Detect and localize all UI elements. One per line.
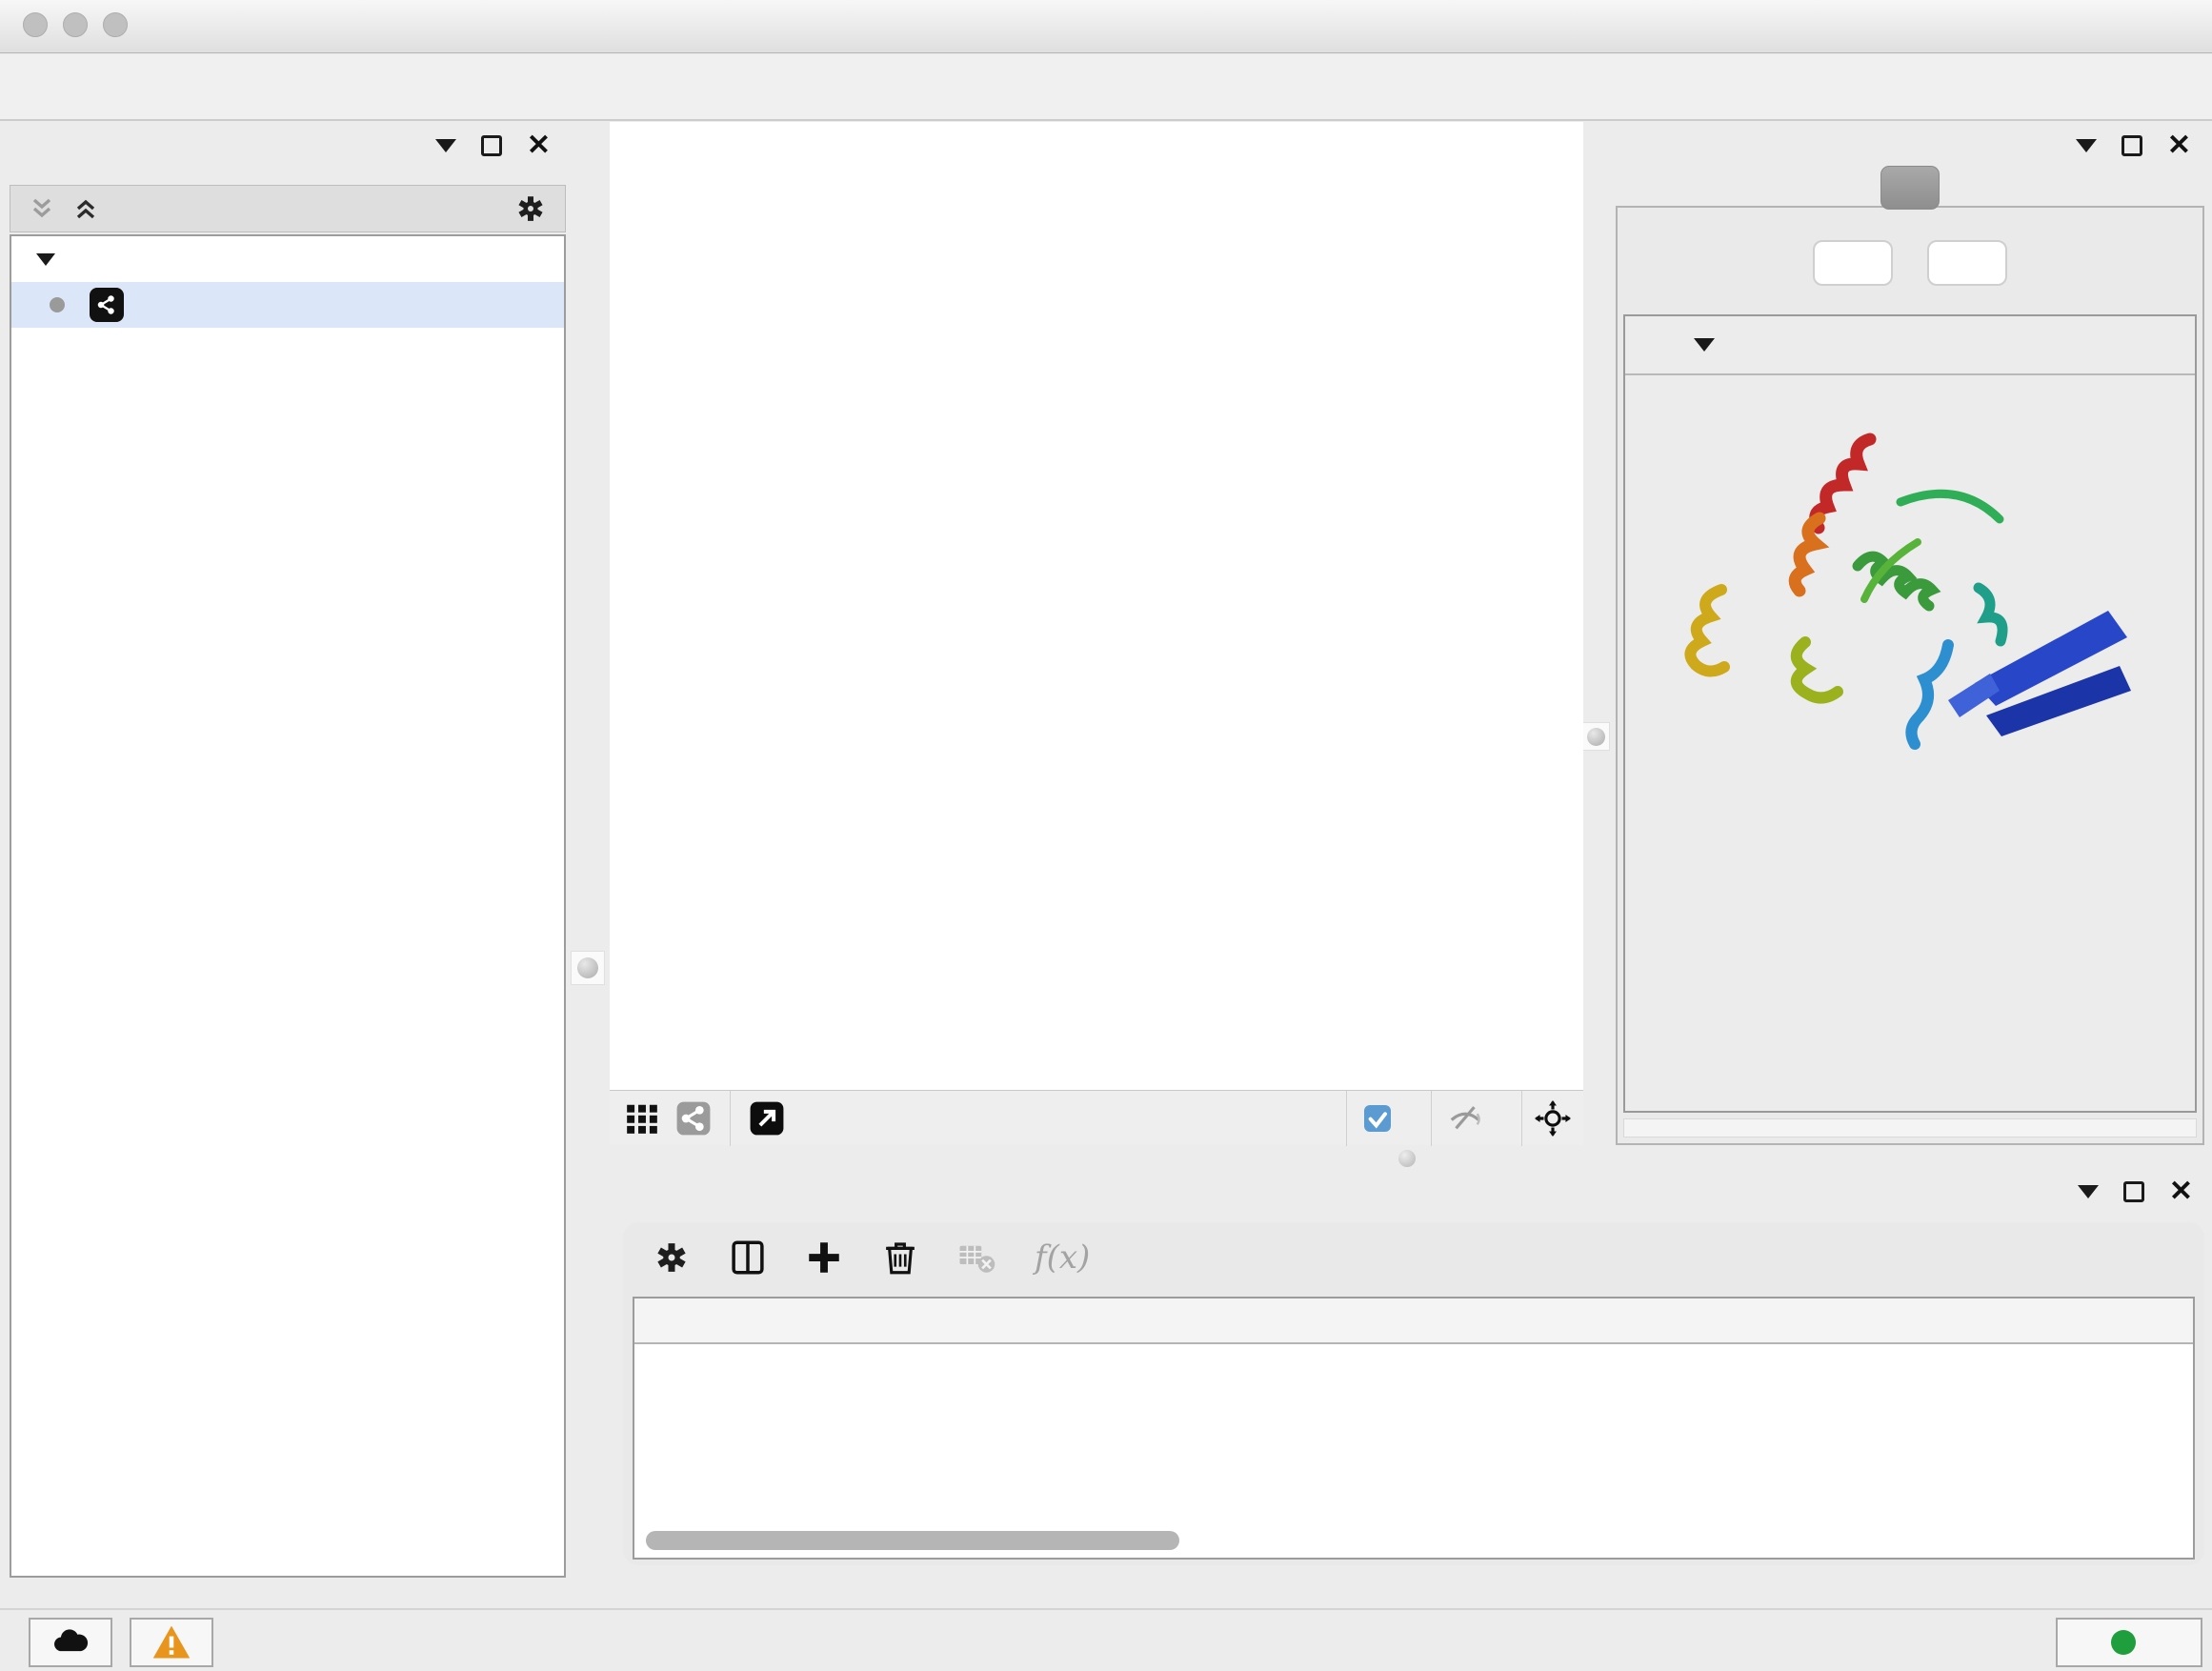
main-toolbar [0,54,2212,121]
warning-icon[interactable] [130,1618,213,1667]
gear-icon[interactable] [513,191,548,226]
panel-menu-icon[interactable] [435,139,456,152]
table-horizontal-scrollbar[interactable] [646,1531,1179,1550]
tab-string[interactable] [1880,166,1940,210]
float-panel-icon[interactable] [2122,135,2142,156]
gene-description [1625,375,2195,394]
float-panel-icon[interactable] [481,135,502,156]
title-bar [0,0,2212,53]
close-panel-icon[interactable]: ✕ [527,135,551,156]
results-panel: ✕ [1608,126,2212,1145]
delete-table-icon[interactable] [953,1234,1000,1281]
app-window: ✕ [0,0,2212,1671]
node-table[interactable] [633,1297,2195,1560]
status-bar [0,1608,2212,1671]
table-settings-gear-icon[interactable] [648,1234,695,1281]
open-in-browser-icon[interactable] [746,1097,788,1139]
network-collection-row[interactable] [11,236,564,282]
panel-menu-icon[interactable] [2076,139,2097,152]
close-window-icon[interactable] [23,12,48,37]
minimize-window-icon[interactable] [63,12,88,37]
panel-menu-icon[interactable] [2078,1185,2099,1198]
collapse-gene-icon[interactable] [1694,338,1715,352]
close-panel-icon[interactable]: ✕ [2169,1181,2193,1202]
float-panel-icon[interactable] [2123,1181,2144,1202]
network-canvas[interactable] [610,122,1583,1090]
network-row[interactable] [11,282,564,328]
string-network-icon [90,288,124,322]
table-panel: f(x) [623,1222,2204,1565]
horizontal-splitter[interactable] [610,1145,2212,1171]
hidden-eye-icon[interactable] [1447,1100,1483,1137]
network-view-toolbar [610,1090,1583,1145]
gene-section-header[interactable] [1625,316,2195,375]
memory-button[interactable] [2056,1618,2202,1667]
protein-structure-image [1625,394,2195,814]
expand-all-button[interactable] [1813,240,1893,286]
expand-all-tree-icon[interactable] [28,194,56,223]
tree-expand-icon[interactable] [36,253,55,266]
control-panel: ✕ [10,126,566,1578]
close-panel-icon[interactable]: ✕ [2167,135,2191,156]
collapse-all-tree-icon[interactable] [71,194,100,223]
add-column-icon[interactable] [800,1234,848,1281]
results-scrollbar[interactable] [1623,1118,2197,1137]
birdseye-navigator-icon[interactable] [1532,1097,1574,1139]
network-view[interactable] [610,122,1583,1145]
table-panel-header: ✕ [617,1171,2206,1213]
crosslinks-section [1625,814,2195,823]
memory-status-dot-icon [2111,1630,2136,1655]
show-columns-icon[interactable] [724,1234,772,1281]
maximize-window-icon[interactable] [103,12,128,37]
function-builder-icon[interactable]: f(x) [1035,1238,1090,1277]
cloud-status-icon[interactable] [29,1618,112,1667]
grid-view-icon[interactable] [621,1097,663,1139]
left-splitter[interactable] [566,122,610,1145]
collapse-all-button[interactable] [1927,240,2007,286]
network-list [10,234,566,1578]
network-status-dot-icon [50,297,65,312]
delete-column-trash-icon[interactable] [876,1234,924,1281]
string-view-icon[interactable] [673,1097,714,1139]
network-selector-bar [10,185,566,232]
selected-checkbox-icon[interactable] [1362,1103,1393,1134]
right-splitter[interactable] [1583,122,1608,1145]
